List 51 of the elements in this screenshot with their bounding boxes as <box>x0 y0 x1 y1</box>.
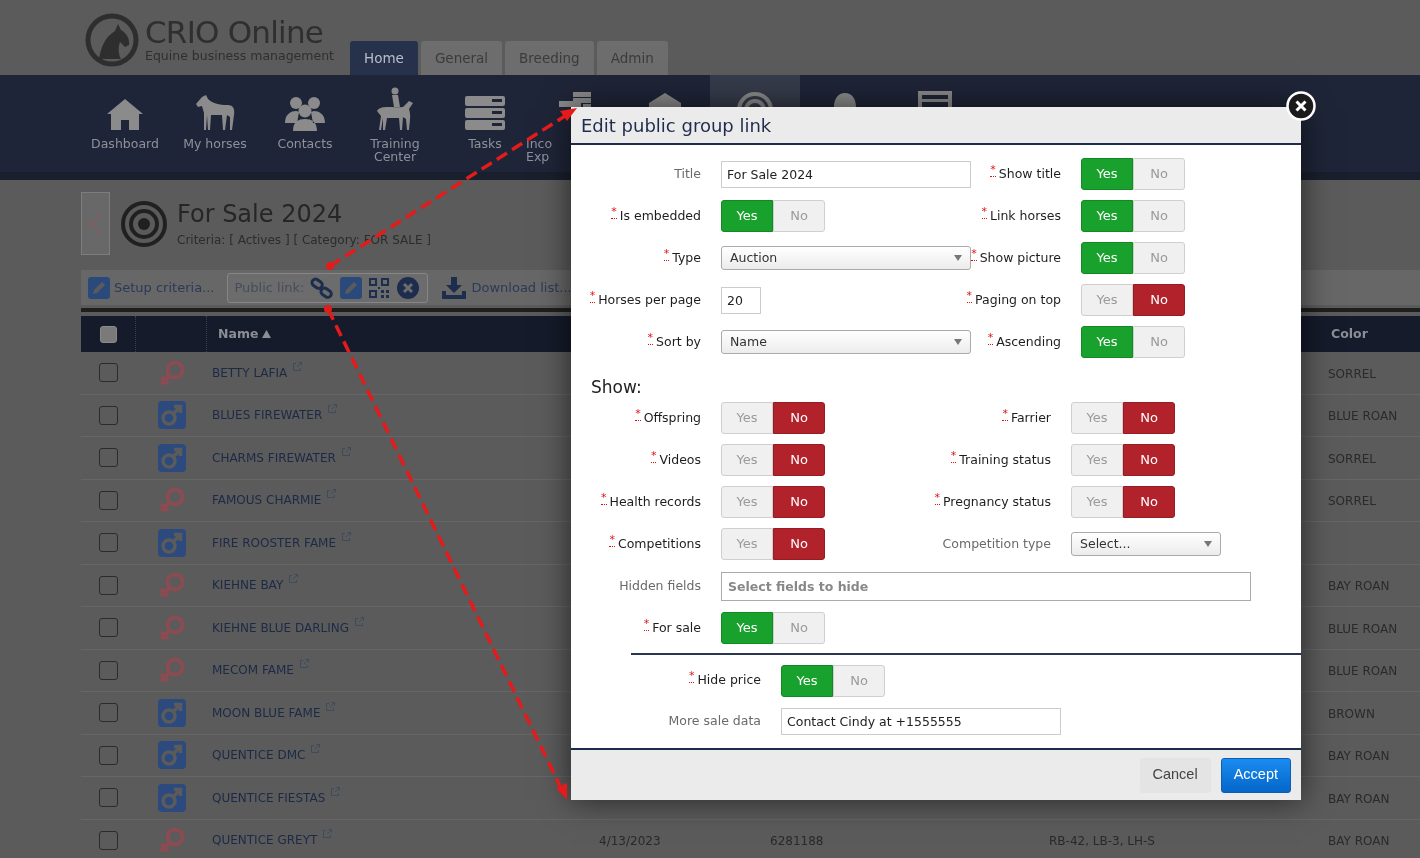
required-mark: * <box>987 331 994 345</box>
field-label: Sort by <box>656 332 701 351</box>
nav-label: My horses <box>182 137 248 150</box>
field-label: Pregnancy status <box>943 492 1051 511</box>
field-label: Is embedded <box>619 206 701 225</box>
section-heading: Show: <box>590 376 643 397</box>
required-mark: * <box>650 449 657 463</box>
field-label: Offspring <box>643 408 701 427</box>
required-mark: * <box>934 491 941 505</box>
field-label: Competition type <box>942 534 1051 553</box>
dropdown-value: Name <box>730 332 767 351</box>
nav-label: Training Center <box>369 137 421 163</box>
field-label: Paging on top <box>975 290 1061 309</box>
dialog-title: Edit public group link <box>581 113 772 138</box>
nav-label: Inco Exp <box>526 137 552 163</box>
field-label: Hidden fields <box>619 576 701 595</box>
field-label: Show title <box>998 164 1061 183</box>
required-mark: * <box>589 289 596 303</box>
required-mark: * <box>611 205 617 219</box>
field-label: Videos <box>659 450 701 469</box>
required-mark: * <box>643 617 650 631</box>
nav-label: Tasks <box>467 137 503 150</box>
field-label: Competitions <box>618 534 701 553</box>
dropdown-value: Auction <box>730 248 778 267</box>
nav-label: Contacts <box>276 137 334 150</box>
nav-label: Dashboard <box>90 137 160 150</box>
required-mark: * <box>1002 407 1008 421</box>
required-mark: * <box>635 407 641 421</box>
field-label: Ascending <box>996 332 1061 351</box>
field-label: Show picture <box>979 248 1061 267</box>
field-label: For sale <box>652 618 701 637</box>
required-mark: * <box>966 289 973 303</box>
field-label: Title <box>674 164 701 183</box>
field-label: Type <box>672 248 701 267</box>
required-mark: * <box>688 670 695 684</box>
field-label: Link horses <box>990 206 1061 225</box>
dropdown-value: Select... <box>1080 534 1131 553</box>
required-mark: * <box>981 205 987 219</box>
field-label: Hide price <box>697 671 761 690</box>
required-mark: * <box>971 247 977 261</box>
required-mark: * <box>601 491 607 505</box>
required-mark: * <box>663 247 670 261</box>
field-label: Health records <box>609 492 701 511</box>
field-label: Farrier <box>1010 408 1051 427</box>
required-mark: * <box>609 533 615 547</box>
required-mark: * <box>950 449 957 463</box>
field-label: Horses per page <box>598 290 701 309</box>
required-mark: * <box>990 163 996 177</box>
field-label: More sale data <box>668 712 761 731</box>
required-mark: * <box>647 331 654 345</box>
field-label: Training status <box>959 450 1051 469</box>
